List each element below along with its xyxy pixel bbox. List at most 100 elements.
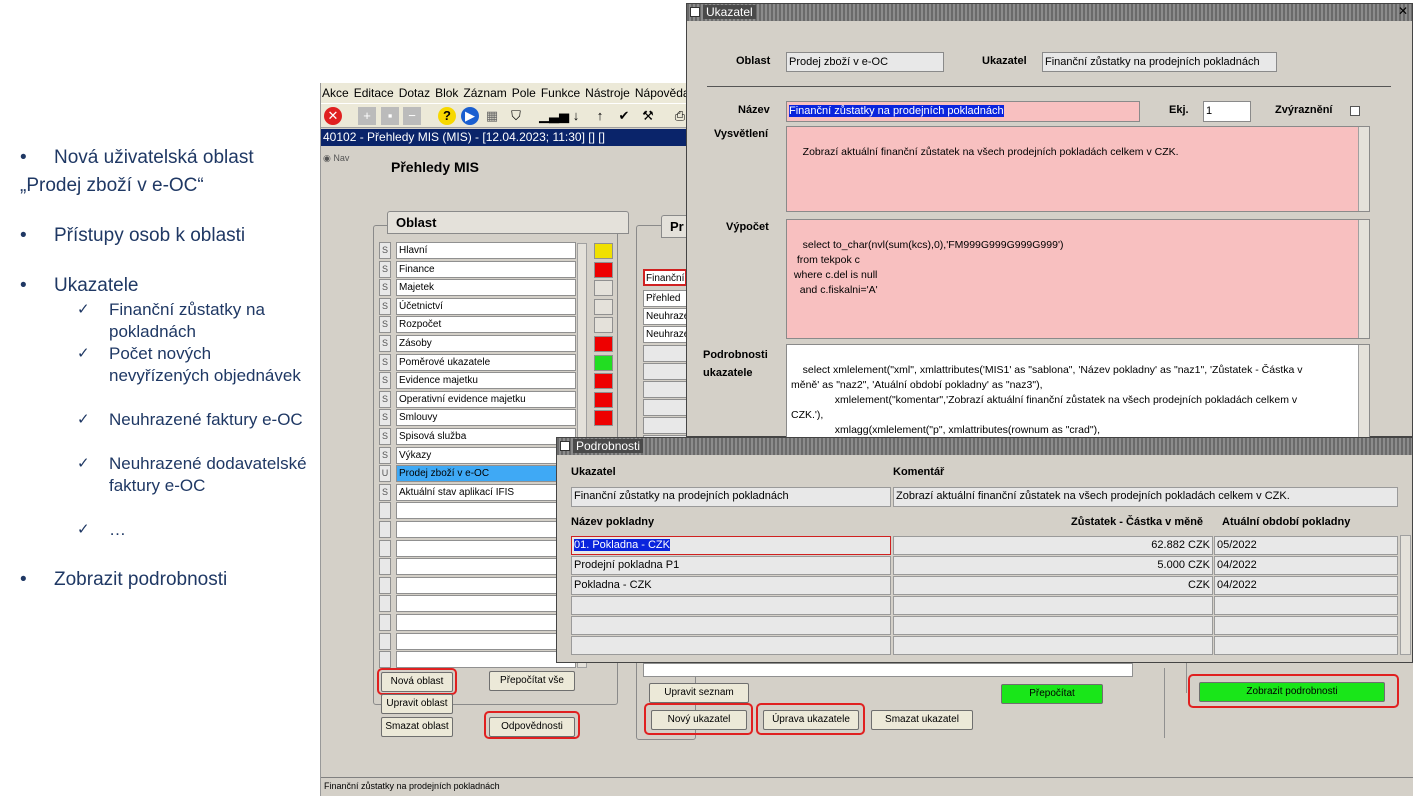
run-query-icon[interactable]: ▶ [461, 107, 479, 125]
area-row[interactable]: Hlavní [396, 242, 576, 259]
area-row[interactable] [396, 521, 576, 538]
area-row[interactable]: Smlouvy [396, 409, 576, 426]
komentar-field[interactable]: Zobrazí aktuální finanční zůstatek na vš… [893, 487, 1398, 507]
table-cell-period[interactable] [1214, 596, 1398, 615]
table-cell-amount[interactable]: 62.882 CZK [893, 536, 1213, 555]
nav-label[interactable]: ◉ Nav [323, 153, 349, 164]
area-row[interactable]: Majetek [396, 279, 576, 296]
podrobnosti-textarea[interactable]: select xmlelement("xml", xmlattributes('… [786, 344, 1370, 438]
delete-icon[interactable]: − [403, 107, 421, 125]
ukazatel-list-item[interactable] [643, 399, 687, 416]
sort-asc-icon[interactable]: ↓ [567, 107, 585, 125]
exit-icon[interactable]: ✕ [324, 107, 342, 125]
area-row[interactable]: Poměrové ukazatele [396, 354, 576, 371]
wrench-icon[interactable]: ⚒ [639, 107, 657, 125]
sort-desc-icon[interactable]: ↑ [591, 107, 609, 125]
table-scrollbar[interactable] [1400, 535, 1411, 655]
smazat-ukazatel-button[interactable]: Smazat ukazatel [871, 710, 973, 730]
menu-napoveda[interactable]: Nápověda [635, 86, 690, 100]
area-row[interactable]: Spisová služba [396, 428, 576, 445]
ukazatel-list-item[interactable] [643, 345, 687, 362]
table-cell-period[interactable] [1214, 616, 1398, 635]
ukazatel-field[interactable]: Finanční zůstatky na prodejních pokladná… [1042, 52, 1277, 72]
table-cell-name[interactable] [571, 616, 891, 635]
ukazatel-list-item[interactable]: Neuhrazé [643, 308, 687, 325]
oblast-field[interactable]: Prodej zboží v e-OC [786, 52, 944, 72]
textarea-scrollbar[interactable] [1358, 127, 1369, 211]
prepocitat-button[interactable]: Přepočítat [1001, 684, 1103, 704]
ukazatel-dialog-titlebar[interactable]: Ukazatel ✕ [687, 4, 1412, 21]
prepocitat-vse-button[interactable]: Přepočítat vše [489, 671, 575, 691]
area-row[interactable]: Zásoby [396, 335, 576, 352]
table-cell-amount[interactable] [893, 596, 1213, 615]
menu-dotaz[interactable]: Dotaz [399, 86, 430, 100]
table-cell-name[interactable]: 01. Pokladna - CZK [571, 536, 891, 555]
upravit-oblast-button[interactable]: Upravit oblast [381, 694, 453, 714]
table-cell-amount[interactable] [893, 616, 1213, 635]
menu-zaznam[interactable]: Záznam [463, 86, 506, 100]
insert-icon[interactable]: + [358, 107, 376, 125]
table-cell-amount[interactable]: 5.000 CZK [893, 556, 1213, 575]
menu-blok[interactable]: Blok [435, 86, 458, 100]
upravit-seznam-button[interactable]: Upravit seznam [649, 683, 749, 703]
chart-icon[interactable]: ▁▃▅ [539, 107, 569, 125]
area-row[interactable]: Prodej zboží v e-OC [396, 465, 576, 482]
zvyrazneni-checkbox[interactable] [1350, 106, 1360, 116]
check-icon[interactable]: ✔ [615, 107, 633, 125]
table-cell-name[interactable]: Prodejní pokladna P1 [571, 556, 891, 575]
area-row[interactable]: Rozpočet [396, 316, 576, 333]
area-row[interactable] [396, 595, 576, 612]
status-bar: Finanční zůstatky na prodejních pokladná… [321, 777, 1413, 796]
area-row[interactable] [396, 651, 576, 668]
area-row[interactable]: Finance [396, 261, 576, 278]
menu-akce[interactable]: Akce [322, 86, 349, 100]
textarea-scrollbar[interactable] [1358, 345, 1369, 437]
podrobnosti-dialog-titlebar[interactable]: Podrobnosti [557, 438, 1412, 455]
filter-icon[interactable]: ⛉ [507, 107, 525, 125]
area-row[interactable] [396, 633, 576, 650]
ukazatel-list-item[interactable] [643, 417, 687, 434]
table-cell-amount[interactable]: CZK [893, 576, 1213, 595]
table-cell-period[interactable]: 04/2022 [1214, 556, 1398, 575]
area-row[interactable]: Výkazy [396, 447, 576, 464]
ukazatel-list-item[interactable]: Neuhraze [643, 326, 687, 343]
ukazatel-field[interactable]: Finanční zůstatky na prodejních pokladná… [571, 487, 891, 507]
nazev-field[interactable]: Finanční zůstatky na prodejních pokladná… [786, 101, 1140, 122]
dialog-title: Ukazatel [703, 5, 756, 19]
area-row[interactable]: Účetnictví [396, 298, 576, 315]
ukazatel-list-item[interactable]: Přehled r [643, 290, 687, 307]
ukazatel-list-item[interactable]: Finanční [643, 269, 687, 286]
vypocet-textarea[interactable]: select to_char(nvl(sum(kcs),0),'FM999G99… [786, 219, 1370, 339]
area-row[interactable]: Evidence majetku [396, 372, 576, 389]
table-cell-period[interactable] [1214, 636, 1398, 655]
help-icon[interactable]: ? [438, 107, 456, 125]
oblast-label: Oblast [736, 55, 771, 67]
vysvetleni-textarea[interactable]: Zobrazí aktuální finanční zůstatek na vš… [786, 126, 1370, 212]
menu-funkce[interactable]: Funkce [541, 86, 580, 100]
area-row[interactable] [396, 577, 576, 594]
ukazatel-list-item[interactable] [643, 381, 687, 398]
area-row[interactable] [396, 614, 576, 631]
textarea-scrollbar[interactable] [1358, 220, 1369, 338]
table-cell-period[interactable]: 04/2022 [1214, 576, 1398, 595]
menu-nastroje[interactable]: Nástroje [585, 86, 630, 100]
calendar-icon[interactable]: ▦ [483, 107, 501, 125]
table-cell-name[interactable] [571, 596, 891, 615]
ukazatel-list-item[interactable] [643, 363, 687, 380]
table-cell-name[interactable] [571, 636, 891, 655]
smazat-oblast-button[interactable]: Smazat oblast [381, 717, 453, 737]
save-icon[interactable]: ▪ [381, 107, 399, 125]
close-icon[interactable]: ✕ [1398, 4, 1408, 18]
menu-pole[interactable]: Pole [512, 86, 536, 100]
area-row[interactable] [396, 558, 576, 575]
podrobnosti-dialog: Podrobnosti Ukazatel Komentář Finanční z… [556, 437, 1413, 663]
table-cell-period[interactable]: 05/2022 [1214, 536, 1398, 555]
area-row[interactable] [396, 502, 576, 519]
ekj-field[interactable]: 1 [1203, 101, 1251, 122]
area-row[interactable]: Aktuální stav aplikací IFIS [396, 484, 576, 501]
area-row[interactable]: Operativní evidence majetku [396, 391, 576, 408]
table-cell-amount[interactable] [893, 636, 1213, 655]
table-cell-name[interactable]: Pokladna - CZK [571, 576, 891, 595]
area-row[interactable] [396, 540, 576, 557]
menu-editace[interactable]: Editace [354, 86, 394, 100]
